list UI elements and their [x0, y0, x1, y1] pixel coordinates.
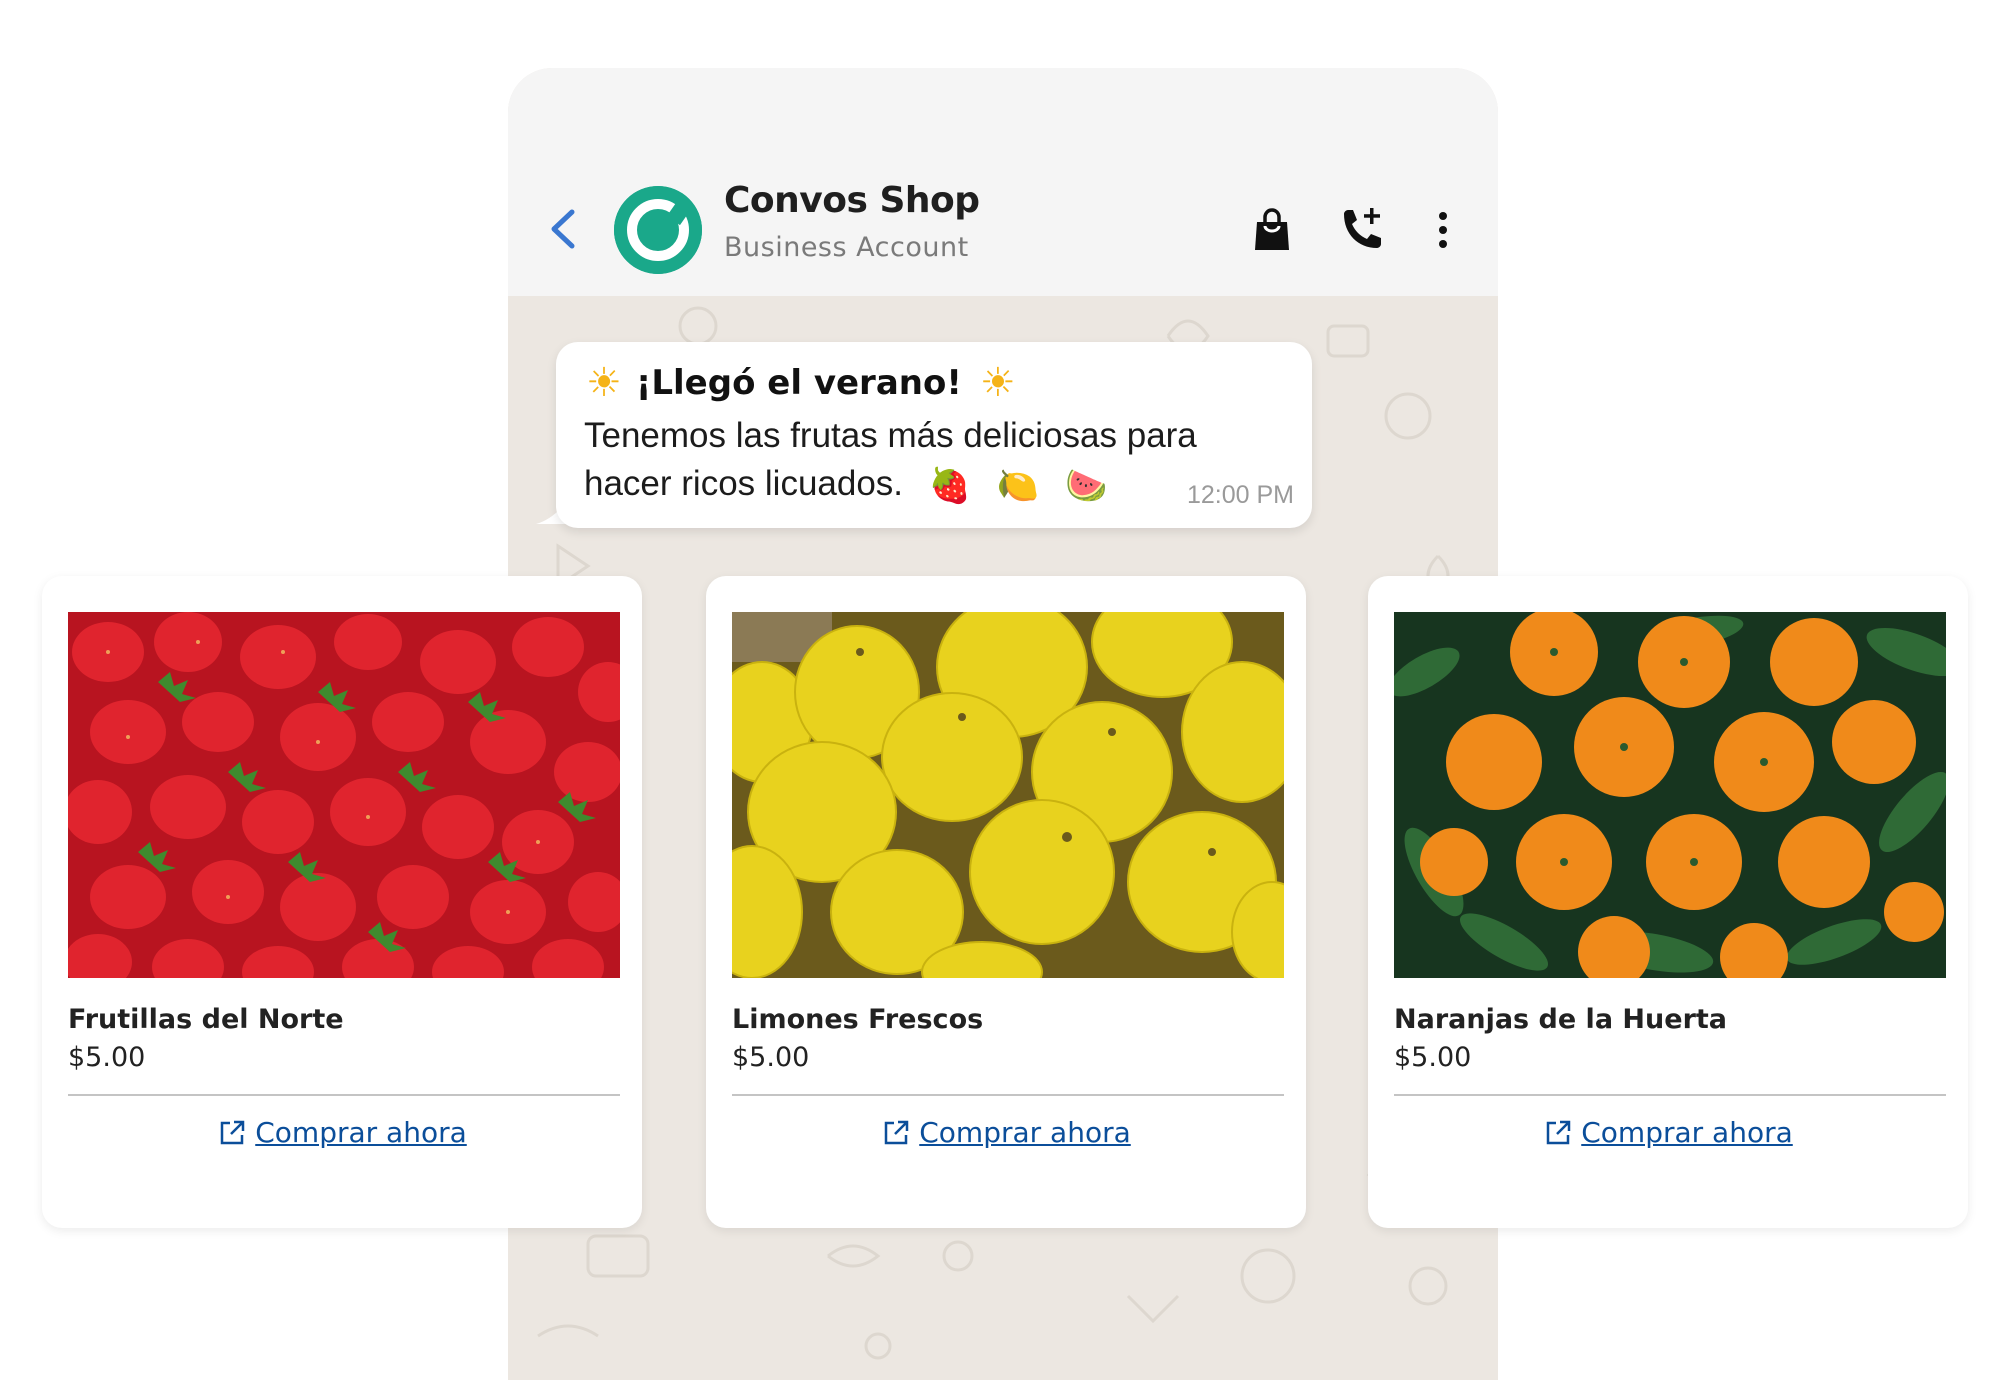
divider [1394, 1094, 1946, 1096]
product-price: $5.00 [1394, 1042, 1472, 1073]
shop-bag-icon[interactable] [1248, 204, 1296, 256]
back-arrow-icon[interactable] [544, 204, 584, 254]
buy-now-link[interactable]: Comprar ahora [706, 1116, 1306, 1149]
message-text: Tenemos las frutas más deliciosas para h… [584, 412, 1284, 510]
add-call-icon[interactable] [1336, 204, 1384, 256]
avatar[interactable] [614, 186, 702, 274]
buy-now-label: Comprar ahora [919, 1116, 1131, 1149]
more-options-icon[interactable] [1428, 204, 1458, 256]
product-card[interactable]: Frutillas del Norte $5.00 Comprar ahora [42, 576, 642, 1228]
product-price: $5.00 [732, 1042, 810, 1073]
buy-now-label: Comprar ahora [255, 1116, 467, 1149]
buy-now-label: Comprar ahora [1581, 1116, 1793, 1149]
sun-icon: ☀ [979, 360, 1016, 406]
product-price: $5.00 [68, 1042, 146, 1073]
watermelon-icon: 🍉 [1064, 466, 1108, 505]
external-link-icon [220, 1120, 245, 1144]
external-link-icon [884, 1120, 909, 1144]
contact-name[interactable]: Convos Shop [724, 180, 980, 221]
strawberry-icon: 🍓 [928, 466, 972, 505]
lemon-icon: 🍋 [996, 466, 1040, 505]
divider [732, 1094, 1284, 1096]
contact-subtitle: Business Account [724, 232, 969, 263]
oranges-image [1394, 612, 1946, 978]
message-title: ☀ ¡Llegó el verano! ☀ [586, 360, 1016, 406]
buy-now-link[interactable]: Comprar ahora [1368, 1116, 1968, 1149]
message-time: 12:00 PM [1186, 481, 1294, 509]
strawberries-image [68, 612, 620, 978]
product-name: Naranjas de la Huerta [1394, 1004, 1728, 1035]
divider [68, 1094, 620, 1096]
product-name: Limones Frescos [732, 1004, 984, 1035]
product-card[interactable]: Limones Frescos $5.00 Comprar ahora [706, 576, 1306, 1228]
message-title-text: ¡Llegó el verano! [635, 363, 962, 403]
chat-header: Convos Shop Business Account [508, 68, 1498, 296]
sun-icon: ☀ [586, 360, 622, 406]
buy-now-link[interactable]: Comprar ahora [42, 1116, 642, 1149]
product-card[interactable]: Naranjas de la Huerta $5.00 Comprar ahor… [1368, 576, 1968, 1228]
lemons-image [732, 612, 1284, 978]
product-name: Frutillas del Norte [68, 1004, 344, 1035]
message-bubble[interactable]: ☀ ¡Llegó el verano! ☀ Tenemos las frutas… [556, 342, 1312, 528]
external-link-icon [1546, 1120, 1571, 1144]
